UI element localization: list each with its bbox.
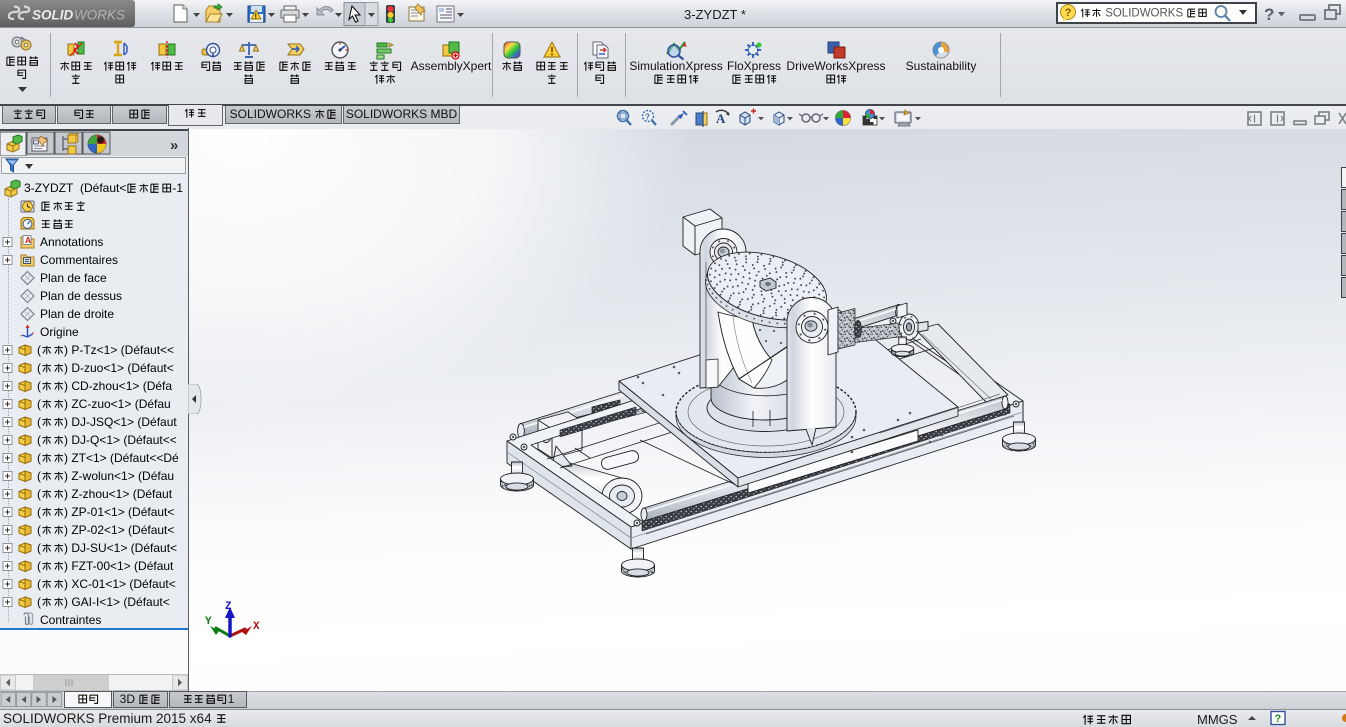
- svg-text:A: A: [716, 111, 726, 126]
- svg-text:Y: Y: [205, 616, 212, 628]
- svg-text:?: ?: [1264, 5, 1274, 24]
- svg-text:?: ?: [1275, 713, 1282, 725]
- svg-text:Z: Z: [225, 601, 232, 613]
- svg-text:!: !: [255, 14, 257, 21]
- svg-text:?: ?: [1065, 7, 1072, 19]
- svg-text:?: ?: [645, 113, 650, 122]
- svg-text:SOLID: SOLID: [32, 8, 74, 23]
- svg-text:X: X: [253, 621, 260, 633]
- svg-text:WORKS: WORKS: [74, 8, 125, 23]
- svg-text:»: »: [170, 137, 178, 154]
